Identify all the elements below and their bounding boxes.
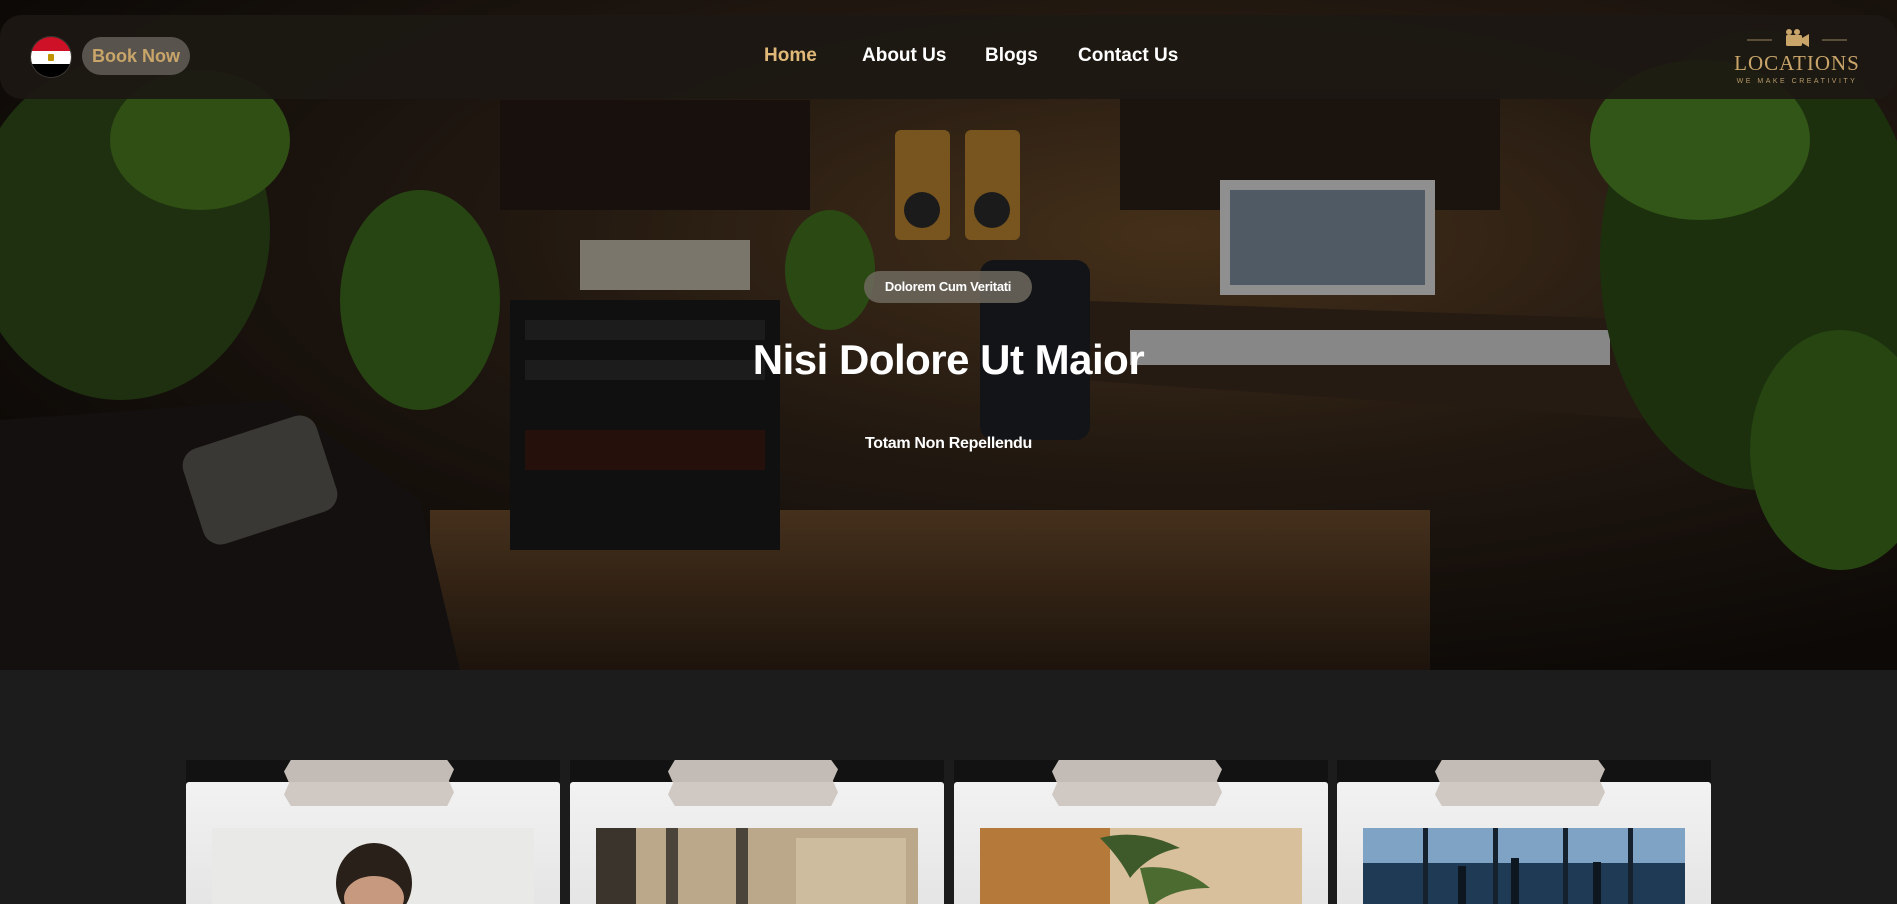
nav-link-blogs[interactable]: Blogs [985,45,1038,67]
gallery-photo [596,828,918,904]
tape-decoration [1435,760,1605,806]
tape-decoration [1052,760,1222,806]
hero-title: Nisi Dolore Ut Maior [752,336,1145,383]
gallery-card[interactable] [954,760,1328,904]
hero-section [0,0,1897,670]
gallery-photo [980,828,1302,904]
gallery-photo [1363,828,1685,904]
brand-logo[interactable]: LOCATIONS WE MAKE CREATIVITY [1732,27,1862,91]
nav-link-contact-us[interactable]: Contact Us [1078,45,1178,67]
hero-overlay [0,0,1897,670]
brand-name: LOCATIONS [1734,51,1860,75]
gallery-card[interactable] [570,760,944,904]
tape-decoration [668,760,838,806]
camera-icon [1747,29,1847,47]
nav-link-about-us[interactable]: About Us [862,45,946,67]
gallery-card[interactable] [186,760,560,904]
top-navbar: Book Now Home About Us Blogs Contact Us … [0,15,1897,99]
gallery-section [0,760,1897,904]
tape-decoration [284,760,454,806]
nav-link-home[interactable]: Home [764,45,817,67]
book-now-button[interactable]: Book Now [82,37,190,75]
gallery-card[interactable] [1337,760,1711,904]
egypt-flag-icon[interactable] [31,37,71,77]
brand-tagline: WE MAKE CREATIVITY [1736,78,1858,85]
hero-subtitle: Totam Non Repellendu [864,435,1033,452]
hero-badge: Dolorem Cum Veritati [864,271,1032,303]
gallery-photo [212,828,534,904]
